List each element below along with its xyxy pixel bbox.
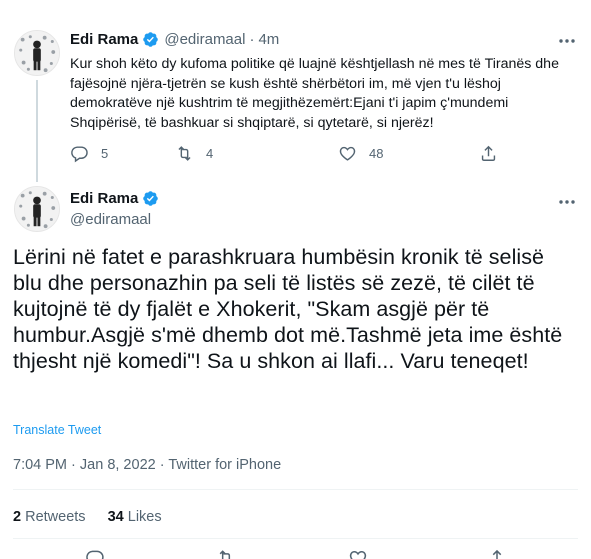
like-count: 48	[369, 146, 384, 161]
separator-dot: ·	[159, 457, 165, 473]
share-button[interactable]	[479, 144, 498, 163]
main-author-row: Edi Rama	[70, 190, 159, 207]
heart-icon[interactable]	[348, 548, 368, 559]
parent-avatar[interactable]	[14, 30, 60, 76]
tweet-metadata: 7:04 PM · Jan 8, 2022 · Twitter for iPho…	[13, 457, 281, 473]
verified-badge-icon	[143, 32, 159, 47]
avatar-image	[15, 31, 59, 75]
likes-count: 34	[107, 509, 124, 525]
heart-icon	[339, 146, 356, 161]
divider	[13, 489, 578, 490]
main-handle[interactable]: @ediramaal	[70, 211, 151, 228]
separator-dot: ·	[249, 31, 255, 48]
share-icon	[481, 145, 496, 161]
main-tweet-text: Lërini në fatet e parashkruara humbësin …	[13, 245, 563, 373]
retweet-icon[interactable]	[216, 548, 236, 559]
main-avatar[interactable]	[14, 186, 60, 232]
tweet-time[interactable]: 7:04 PM	[13, 457, 67, 473]
more-horizontal-icon[interactable]	[557, 34, 577, 48]
reply-button[interactable]: 5	[70, 144, 108, 163]
more-horizontal-icon[interactable]	[557, 195, 577, 209]
separator-dot: ·	[71, 457, 76, 473]
avatar-image	[15, 187, 59, 231]
like-button[interactable]: 48	[338, 144, 383, 163]
parent-tweet-actions: 5 4 48	[70, 144, 510, 166]
retweets-count: 2	[13, 509, 22, 525]
reply-count: 5	[101, 146, 109, 161]
parent-tweet-text: Kur shoh këto dy kufoma politike që luaj…	[70, 56, 559, 131]
reply-icon[interactable]	[85, 548, 105, 559]
divider	[13, 538, 578, 539]
retweets-label: Retweets	[25, 509, 86, 525]
main-tweet-actions	[13, 548, 578, 559]
main-author-name[interactable]: Edi Rama	[70, 190, 138, 207]
parent-author-name[interactable]: Edi Rama	[70, 31, 138, 48]
likes-label: Likes	[127, 509, 162, 525]
retweet-button[interactable]: 4	[175, 144, 213, 163]
share-icon[interactable]	[487, 548, 507, 559]
retweet-count: 4	[206, 146, 214, 161]
translate-tweet-link[interactable]: Translate Tweet	[13, 423, 101, 437]
engagement-stats: 2 Retweets 34 Likes	[13, 509, 162, 525]
retweet-icon	[178, 146, 191, 161]
parent-tweet-header: Edi Rama @ediramaal · 4m	[70, 31, 279, 48]
reply-icon	[71, 146, 88, 163]
verified-badge-icon	[143, 191, 159, 206]
thread-connector-line	[36, 80, 38, 182]
parent-time-ago[interactable]: 4m	[258, 31, 279, 48]
parent-handle[interactable]: @ediramaal	[164, 31, 245, 48]
tweet-date[interactable]: Jan 8, 2022	[80, 457, 156, 473]
likes-stat[interactable]: 34 Likes	[108, 509, 162, 525]
retweets-stat[interactable]: 2 Retweets	[13, 509, 86, 525]
tweet-source[interactable]: Twitter for iPhone	[168, 457, 281, 473]
